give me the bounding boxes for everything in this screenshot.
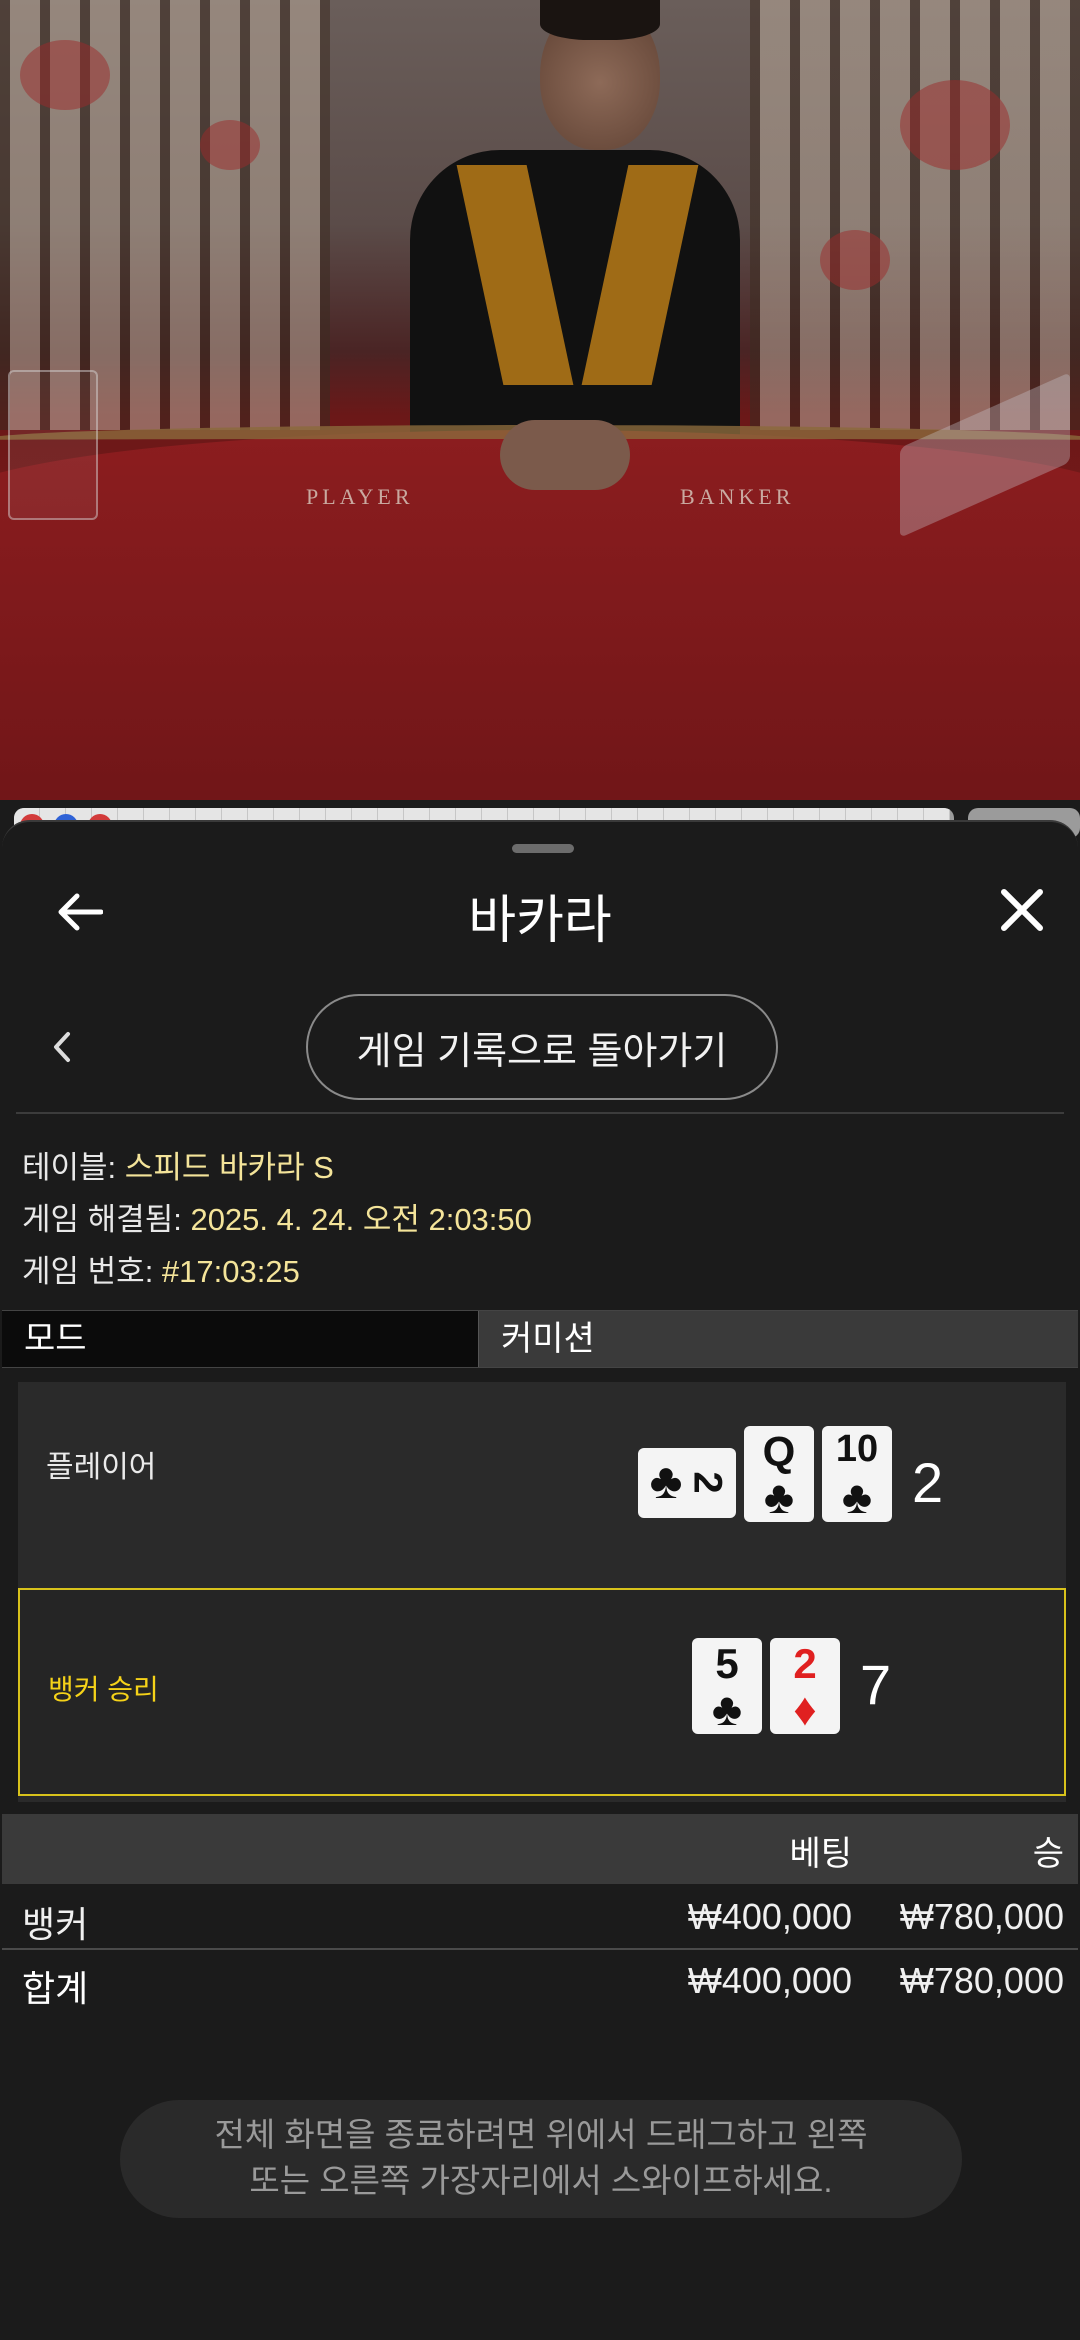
banker-win-label: 뱅커 승리 — [48, 1674, 159, 1705]
previous-game-button[interactable] — [42, 1022, 82, 1072]
card-rank: 5 — [715, 1640, 739, 1687]
blossom-decoration — [900, 80, 1010, 170]
banker-card: 5 ♣ — [692, 1638, 762, 1735]
table-label-banker: BANKER — [680, 484, 795, 509]
player-label: 플레이어 — [46, 1451, 157, 1484]
bets-table-header: 베팅 승 — [2, 1814, 1078, 1884]
card-suit: ♣ — [711, 1683, 743, 1735]
chevron-left-icon — [54, 1032, 70, 1062]
divider — [16, 1112, 1064, 1114]
total-bet-amount: ₩400,000 — [687, 1960, 852, 2001]
card-rank: Q — [762, 1428, 796, 1475]
card-suit: ♣ — [763, 1471, 795, 1523]
table-info-value: 스피드 바카라 S — [124, 1150, 334, 1185]
close-button[interactable] — [988, 876, 1056, 944]
card-suit: ♦ — [793, 1683, 817, 1735]
blossom-decoration — [200, 120, 260, 170]
card-suit: ♣ — [649, 1453, 683, 1509]
player-card: Q ♣ — [744, 1426, 814, 1523]
card-rank: 2 — [685, 1471, 730, 1494]
hint-line-1: 전체 화면을 종료하려면 위에서 드래그하고 왼쪽 — [214, 2116, 868, 2153]
banker-card: 2 ♦ — [770, 1638, 840, 1735]
total-label: 합계 — [22, 1968, 89, 2009]
dealer-hands — [500, 420, 630, 490]
player-card: 10 ♣ — [822, 1426, 892, 1523]
total-win-amount: ₩780,000 — [899, 1960, 1064, 2001]
decorative-screen-right — [750, 0, 1080, 430]
win-amount: ₩780,000 — [899, 1896, 1064, 1937]
card-rank: 2 — [793, 1640, 817, 1687]
blossom-decoration — [820, 230, 890, 290]
table-info-label: 테이블: — [22, 1150, 125, 1185]
banker-result-box: 뱅커 승리 5 ♣ 2 ♦ 7 — [18, 1588, 1066, 1796]
player-card: 2 ♣ — [638, 1448, 736, 1518]
game-number-info: 게임 번호: #17:03:25 — [22, 1246, 300, 1291]
card-shoe — [8, 370, 98, 520]
game-number-label: 게임 번호: — [22, 1254, 162, 1289]
bet-name: 뱅커 — [22, 1904, 89, 1945]
banker-total: 7 — [860, 1653, 892, 1716]
table-info: 테이블: 스피드 바카라 S — [22, 1142, 334, 1187]
game-number-value: #17:03:25 — [161, 1254, 300, 1289]
mode-row: 모드 커미션 — [2, 1310, 1078, 1368]
resolved-info-value: 2025. 4. 24. 오전 2:03:50 — [190, 1202, 532, 1237]
mode-label: 모드 — [2, 1311, 478, 1367]
mode-value: 커미션 — [478, 1311, 1078, 1367]
table-row: 뱅커 ₩400,000 ₩780,000 — [2, 1886, 1078, 1948]
dealer-hair — [540, 0, 660, 40]
bet-amount: ₩400,000 — [687, 1896, 852, 1937]
win-column-header: 승 — [1032, 1835, 1064, 1873]
drag-handle[interactable] — [512, 844, 574, 853]
fullscreen-exit-hint: 전체 화면을 종료하려면 위에서 드래그하고 왼쪽 또는 오른쪽 가장자리에서 … — [120, 2100, 962, 2218]
game-history-sheet: 바카라 게임 기록으로 돌아가기 테이블: 스피드 바카라 S 게임 해결됨: … — [2, 820, 1078, 2340]
card-rank: 10 — [835, 1428, 879, 1470]
page-title: 바카라 — [468, 892, 612, 950]
blossom-decoration — [20, 40, 110, 110]
hint-line-2: 또는 오른쪽 가장자리에서 스와이프하세요. — [249, 2162, 833, 2199]
result-panel: 플레이어 2 ♣ Q ♣ 10 ♣ 2 뱅커 승리 5 ♣ 2 ♦ 7 — [18, 1382, 1066, 1802]
total-row: 합계 ₩400,000 ₩780,000 — [2, 1950, 1078, 2012]
resolved-info-label: 게임 해결됨: — [22, 1202, 191, 1237]
close-icon — [1001, 889, 1043, 931]
back-to-history-button[interactable]: 게임 기록으로 돌아가기 — [306, 994, 778, 1100]
live-video-feed: PLAYER BANKER — [0, 0, 1080, 800]
table-label-player: PLAYER — [306, 484, 414, 509]
resolved-info: 게임 해결됨: 2025. 4. 24. 오전 2:03:50 — [22, 1194, 532, 1239]
player-total: 2 — [912, 1451, 944, 1514]
card-suit: ♣ — [841, 1471, 873, 1523]
bet-column-header: 베팅 — [789, 1835, 852, 1873]
